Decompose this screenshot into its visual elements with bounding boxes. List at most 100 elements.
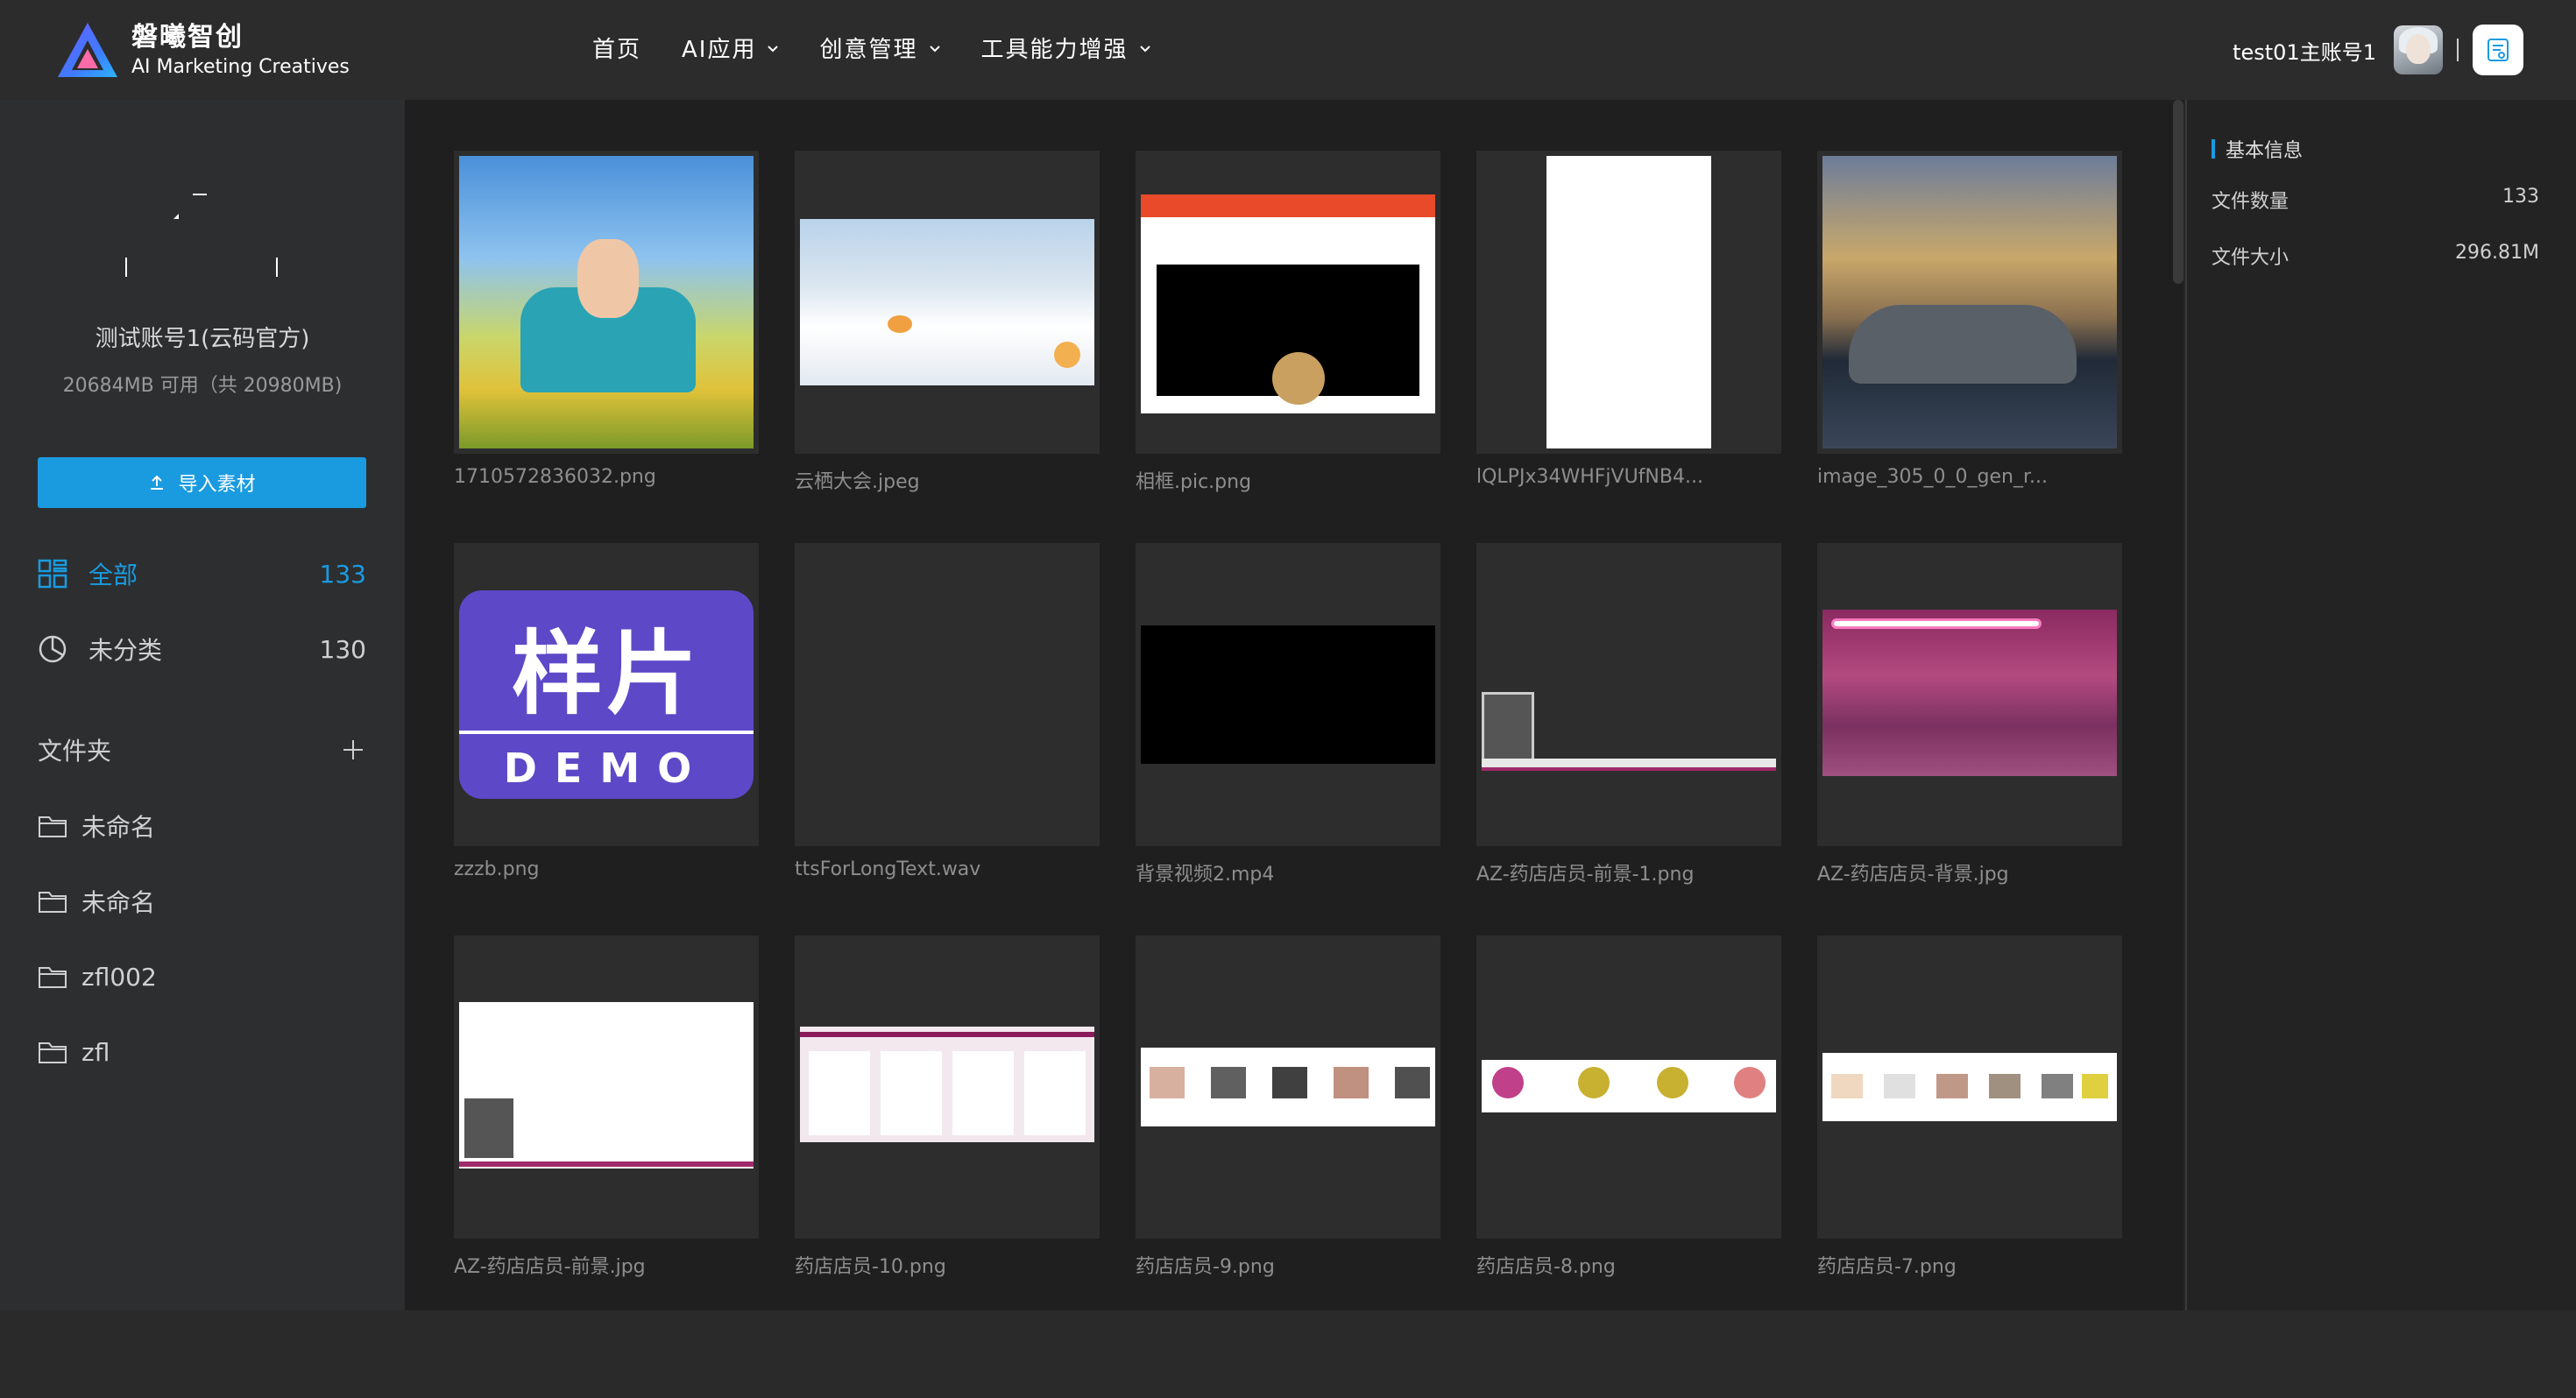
- thumb-subtext: DEMO: [503, 745, 710, 792]
- file-thumbnail: 样片 DEMO: [454, 543, 759, 846]
- file-card[interactable]: AZ-药店店员-前景-1.png: [1476, 543, 1781, 886]
- add-folder-icon[interactable]: [340, 737, 366, 763]
- thumb-text: 样片: [511, 620, 701, 727]
- file-card[interactable]: 云栖大会.jpeg: [795, 151, 1100, 494]
- nav-creative-mgmt[interactable]: 创意管理: [819, 32, 940, 64]
- account-name: 测试账号1(云码官方): [95, 326, 310, 352]
- folder-label: zfl002: [81, 962, 157, 992]
- logo-icon: [58, 23, 117, 77]
- file-thumbnail: [1817, 936, 2122, 1239]
- file-name: 相框.pic.png: [1136, 471, 1252, 493]
- file-card[interactable]: 相框.pic.png: [1136, 151, 1440, 494]
- file-card[interactable]: 药店店员-10.png: [795, 936, 1100, 1279]
- file-thumbnail: [1476, 543, 1781, 846]
- file-name: 云栖大会.jpeg: [795, 471, 920, 493]
- folder-label: 未命名: [81, 888, 156, 917]
- file-thumbnail: [1476, 151, 1781, 454]
- file-card[interactable]: 药店店员-9.png: [1136, 936, 1440, 1279]
- nav-tools-label: 工具能力增强: [980, 37, 1129, 63]
- folder-label: 未命名: [81, 813, 156, 842]
- file-card[interactable]: 背景视频2.mp4: [1136, 543, 1440, 886]
- import-assets-label: 导入素材: [178, 474, 256, 496]
- file-thumbnail: [1136, 936, 1440, 1239]
- file-thumbnail: [1136, 151, 1440, 454]
- file-card[interactable]: image_305_0_0_gen_r...: [1817, 151, 2122, 488]
- sidebar: 测试账号1(云码官方) 20684MB 可用（共 20980MB) 导入素材 全…: [0, 100, 405, 1310]
- file-name: 背景视频2.mp4: [1136, 864, 1275, 886]
- scrollbar[interactable]: [2173, 100, 2183, 284]
- avatar[interactable]: [2394, 25, 2443, 74]
- import-assets-button[interactable]: 导入素材: [38, 457, 366, 508]
- file-card[interactable]: lQLPJx34WHFjVUfNB4...: [1476, 151, 1781, 488]
- storage-usage: 20684MB 可用（共 20980MB): [62, 375, 343, 397]
- file-name: 药店店员-8.png: [1476, 1256, 1616, 1278]
- nav-ai-apps[interactable]: AI应用: [682, 32, 779, 64]
- folder-item[interactable]: 未命名: [38, 806, 366, 846]
- filter-all[interactable]: 全部 133: [38, 552, 366, 596]
- nav-home-label: 首页: [592, 37, 642, 63]
- divider: [2457, 39, 2459, 61]
- file-grid: 1710572836032.png 云栖大会.jpeg 相框.pic.png l…: [405, 100, 2183, 1310]
- file-thumbnail: [1136, 543, 1440, 846]
- file-name: 药店店员-7.png: [1817, 1256, 1957, 1278]
- info-row-value: 296.81M: [2455, 242, 2539, 264]
- info-title: 基本信息: [2212, 135, 2303, 163]
- file-card[interactable]: 1710572836032.png: [454, 151, 759, 488]
- main-nav: 首页 AI应用 创意管理 工具能力增强: [592, 32, 1192, 64]
- file-name: zzzb.png: [454, 858, 540, 880]
- folder-icon: [39, 1042, 67, 1063]
- file-thumbnail: [1476, 936, 1781, 1239]
- file-name: 1710572836032.png: [454, 466, 656, 488]
- chevron-down-icon: [929, 45, 940, 52]
- folder-icon: [39, 892, 67, 913]
- info-file-count: 文件数量 133: [2212, 186, 2539, 214]
- file-card[interactable]: AZ-药店店员-背景.jpg: [1817, 543, 2122, 886]
- file-name: AZ-药店店员-前景-1.png: [1476, 864, 1695, 886]
- chevron-down-icon: [768, 45, 779, 52]
- file-name: lQLPJx34WHFjVUfNB4...: [1476, 466, 1703, 488]
- info-row-label: 文件数量: [2212, 191, 2289, 213]
- info-title-label: 基本信息: [2226, 140, 2304, 162]
- file-thumbnail: [1817, 151, 2122, 454]
- file-card[interactable]: ttsForLongText.wav: [795, 543, 1100, 880]
- file-thumbnail: [1817, 543, 2122, 846]
- brand-logo[interactable]: 磐曦智创 AI Marketing Creatives: [54, 19, 350, 82]
- user-area: test01主账号1: [2233, 25, 2523, 75]
- file-card[interactable]: 药店店员-7.png: [1817, 936, 2122, 1279]
- file-card[interactable]: AZ-药店店员-前景.jpg: [454, 936, 759, 1279]
- folder-item[interactable]: zfl002: [38, 957, 366, 997]
- folder-item[interactable]: zfl: [38, 1032, 366, 1072]
- file-thumbnail: [795, 543, 1100, 846]
- file-thumbnail: [795, 151, 1100, 454]
- top-bar: 磐曦智创 AI Marketing Creatives 首页 AI应用 创意管理…: [0, 0, 2576, 100]
- info-panel: 基本信息 文件数量 133 文件大小 296.81M: [2187, 100, 2576, 1310]
- file-name: image_305_0_0_gen_r...: [1817, 466, 2048, 488]
- nav-ai-apps-label: AI应用: [682, 37, 757, 63]
- file-name: AZ-药店店员-前景.jpg: [454, 1256, 646, 1278]
- file-name: 药店店员-10.png: [795, 1256, 946, 1278]
- pie-icon: [39, 635, 67, 663]
- folder-label: zfl: [81, 1037, 110, 1067]
- nav-creative-mgmt-label: 创意管理: [819, 37, 918, 63]
- nav-tools[interactable]: 工具能力增强: [981, 32, 1151, 64]
- filter-uncategorized-label: 未分类: [88, 636, 163, 665]
- brand-name-cn: 磐曦智创: [131, 22, 244, 53]
- bottom-band: [0, 1310, 2576, 1398]
- file-card[interactable]: 药店店员-8.png: [1476, 936, 1781, 1279]
- file-thumbnail: [454, 151, 759, 454]
- filter-all-label: 全部: [88, 561, 138, 590]
- task-list-button[interactable]: [2473, 25, 2523, 75]
- filter-uncategorized[interactable]: 未分类 130: [38, 627, 366, 671]
- grid-icon: [38, 559, 67, 589]
- file-card[interactable]: 样片 DEMO zzzb.png: [454, 543, 759, 880]
- file-name: AZ-药店店员-背景.jpg: [1817, 864, 2009, 886]
- nav-home[interactable]: 首页: [592, 32, 641, 64]
- brand-name-en: AI Marketing Creatives: [131, 56, 350, 78]
- user-name[interactable]: test01主账号1: [2233, 35, 2376, 66]
- folder-item[interactable]: 未命名: [38, 881, 366, 921]
- file-name: 药店店员-9.png: [1136, 1256, 1275, 1278]
- document-icon: [2488, 39, 2509, 61]
- info-row-value: 133: [2502, 186, 2539, 208]
- filter-uncategorized-count: 130: [319, 634, 366, 664]
- filter-all-count: 133: [319, 559, 366, 589]
